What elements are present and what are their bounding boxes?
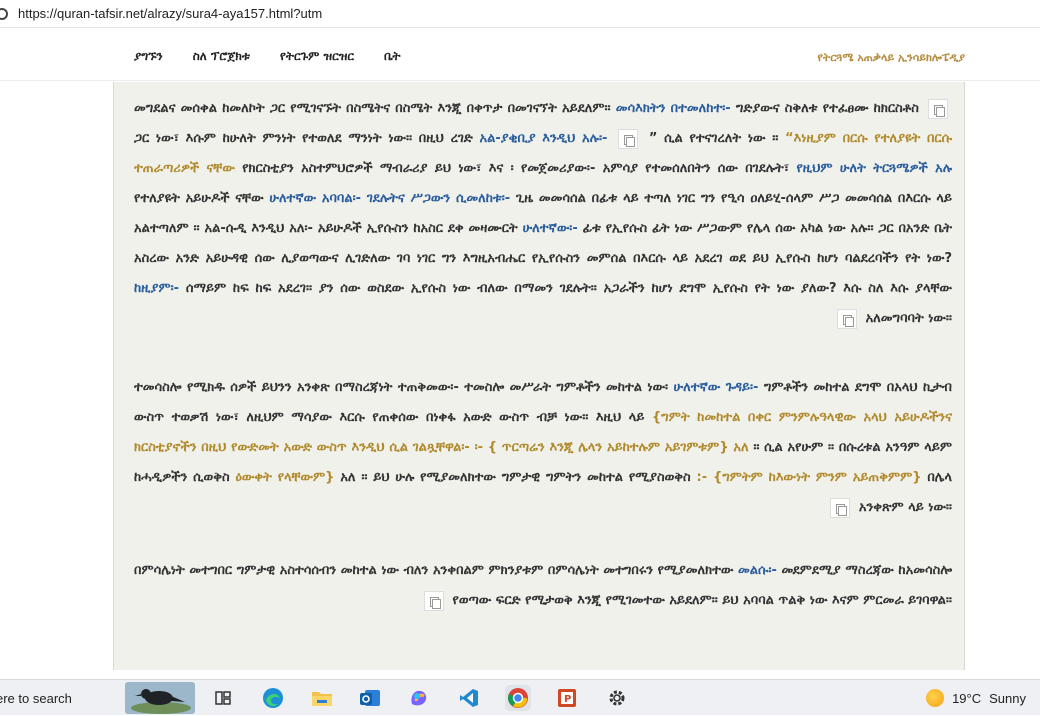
text: ” ሲል የተናገረለት ነው ። xyxy=(648,131,786,146)
paragraph-3: በምሳሌነት መተግበር ግምታዊ አስተሳሰብን መከተል ነው ብለን አን… xyxy=(114,556,964,616)
link[interactable]: መልሱ፡- xyxy=(738,563,777,578)
taskbar-search[interactable]: ere to search xyxy=(0,680,200,716)
file-explorer-icon[interactable] xyxy=(309,685,335,711)
link[interactable]: ሁለተኛው አባባል፡- ገደሉትና ሥጋውን ሲመለከቱ፡- xyxy=(269,191,510,206)
svg-text:P: P xyxy=(564,694,571,705)
text: ተመሳስሎ የሚክዱ ሰዎች ይህንን አንቀጽ በማስረጃነት ተጠቅመው፡-… xyxy=(134,380,669,395)
nav-about[interactable]: ስለ ፕሮጀክቱ xyxy=(193,49,250,64)
link[interactable]: የዚህም ሁለት ትርጓሜዎች አሉ xyxy=(796,161,952,176)
paragraph-1: መግደልና መሰቀል ከመለኮት ጋር የሚገናኙት በስሜትና በስሜት እን… xyxy=(114,94,964,334)
text: የክርስቲያን አስተምህሮዎች ማብራሪያ ይህ ነው፣ እና ፡ የመጀመሪ… xyxy=(242,161,797,176)
taskbar: ere to search P 19°C Sunny xyxy=(0,679,1040,715)
crow-icon xyxy=(125,682,195,714)
quran-quote: ዕውቀት የላቸውም} xyxy=(235,470,335,485)
copy-icon[interactable] xyxy=(830,497,851,518)
link[interactable]: ከዚያም፡- xyxy=(134,281,179,296)
powerpoint-icon[interactable]: P xyxy=(554,685,580,711)
copilot-icon[interactable] xyxy=(406,685,432,711)
copy-icon[interactable] xyxy=(837,308,858,329)
link[interactable]: ሁለተኛው ጉዳይ፡- xyxy=(674,380,759,395)
copy-icon[interactable] xyxy=(423,590,444,611)
article-body: መግደልና መሰቀል ከመለኮት ጋር የሚገናኙት በስሜትና በስሜት እን… xyxy=(113,82,965,670)
url-text[interactable]: https://quran-tafsir.net/alrazy/sura4-ay… xyxy=(18,6,322,21)
site-brand[interactable]: የትርጓሜ አጠቃላይ ኢንሳይክሎፔዲያ xyxy=(818,51,965,65)
address-bar[interactable]: https://quran-tafsir.net/alrazy/sura4-ay… xyxy=(0,0,1040,28)
nav-home[interactable]: ቤት xyxy=(384,49,400,64)
task-view-icon[interactable] xyxy=(210,685,236,711)
site-header: ያግኙን ስለ ፕሮጀክቱ የትርጉም ዝርዝር ቤት የትርጓሜ አጠቃላይ … xyxy=(0,29,1040,81)
vscode-icon[interactable] xyxy=(456,685,482,711)
edge-icon[interactable] xyxy=(260,685,286,711)
nav-translations[interactable]: የትርጉም ዝርዝር xyxy=(280,49,354,64)
search-placeholder[interactable]: ere to search xyxy=(0,691,72,706)
link[interactable]: ሁለተኛው፡- xyxy=(523,221,578,236)
sun-icon xyxy=(926,689,945,707)
text: አለ ። ይህ ሁሉ የሚያመለክተው ግምታዊ ግምትን መከተል የሚያስወ… xyxy=(340,470,691,485)
weather-temp: 19°C xyxy=(952,690,982,706)
copy-icon[interactable] xyxy=(618,128,639,149)
weather-widget[interactable]: 19°C Sunny xyxy=(926,689,1026,707)
text: የተለያዩት አይሁዶች ናቸው xyxy=(134,191,270,206)
paragraph-2: ተመሳስሎ የሚክዱ ሰዎች ይህንን አንቀጽ በማስረጃነት ተጠቅመው፡-… xyxy=(114,373,964,523)
link[interactable]: መሳእክትን በተመለከተ፡- xyxy=(616,101,731,116)
quran-quote: :- {ግምትም ከእውነት ምንም አይጠቅምም} xyxy=(696,470,922,485)
copy-icon[interactable] xyxy=(928,98,949,119)
text: በምሳሌነት መተግበር ግምታዊ አስተሳሰብን መከተል ነው ብለን አን… xyxy=(134,563,734,578)
settings-gear-icon[interactable] xyxy=(604,685,630,711)
site-info-icon[interactable] xyxy=(0,7,8,20)
main-nav: ያግኙን ስለ ፕሮጀክቱ የትርጉም ዝርዝር ቤት xyxy=(134,49,400,64)
chrome-icon[interactable] xyxy=(505,685,531,711)
link[interactable]: አል-ያቂቢያ እንዲህ አሉ፡- xyxy=(480,131,608,146)
outlook-icon[interactable] xyxy=(357,685,383,711)
text: መግደልና መሰቀል ከመለኮት ጋር የሚገናኙት በስሜትና በስሜት እን… xyxy=(134,101,616,116)
nav-contact[interactable]: ያግኙን xyxy=(134,49,163,64)
weather-desc: Sunny xyxy=(989,690,1026,706)
